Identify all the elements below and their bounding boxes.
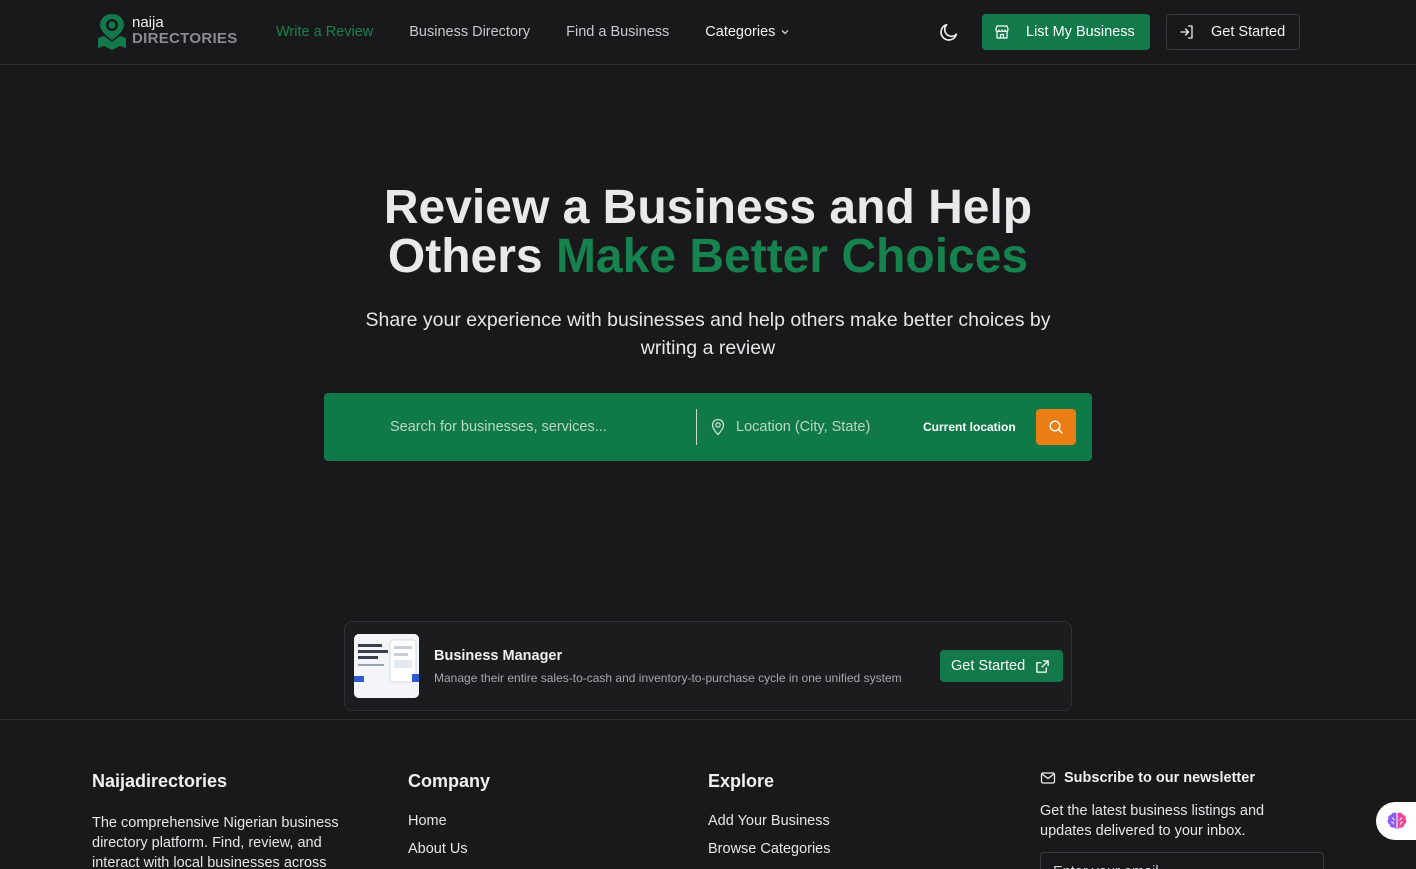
footer-about-text: The comprehensive Nigerian business dire…	[92, 815, 339, 869]
nav-categories-dropdown[interactable]: Categories	[705, 24, 790, 40]
search-divider	[696, 409, 697, 445]
map-pin-icon	[711, 418, 725, 436]
newsletter-heading: Subscribe to our newsletter	[1040, 770, 1255, 786]
footer-company-heading: Company	[408, 771, 491, 791]
moon-icon[interactable]	[938, 21, 960, 43]
get-started-button[interactable]: Get Started	[1166, 14, 1300, 50]
hero-subtitle: Share your experience with businesses an…	[365, 309, 1051, 359]
promo-title: Business Manager	[434, 648, 563, 664]
newsletter-heading-label: Subscribe to our newsletter	[1064, 770, 1255, 786]
current-location-button[interactable]: Current location	[923, 420, 1016, 434]
get-started-label: Get Started	[1211, 24, 1286, 40]
mail-icon	[1040, 772, 1056, 784]
footer-link-add-business[interactable]: Add Your Business	[708, 813, 831, 829]
newsletter-text: Get the latest business listings and upd…	[1040, 803, 1265, 839]
site-header: naija DIRECTORIES Write a Review Busines…	[0, 0, 1416, 65]
footer-link-home[interactable]: Home	[408, 813, 490, 829]
business-search-input[interactable]	[380, 409, 696, 445]
promo-get-started-label: Get Started	[951, 658, 1026, 674]
hero-title-line2: Others Make Better Choices	[0, 232, 1416, 281]
external-link-icon	[1036, 659, 1049, 673]
brand-name-top: naija	[132, 14, 164, 31]
search-icon	[1049, 420, 1063, 434]
logo-icon	[98, 14, 126, 50]
search-bar: Current location	[324, 393, 1092, 461]
search-button[interactable]	[1036, 409, 1076, 445]
login-icon	[1180, 25, 1193, 39]
footer-about: Naijadirectories The comprehensive Niger…	[92, 771, 362, 869]
nav-find-business[interactable]: Find a Business	[566, 24, 669, 40]
brain-icon	[1387, 812, 1407, 829]
nav-write-review[interactable]: Write a Review	[276, 24, 373, 40]
hero-title: Review a Business and Help Others Make B…	[0, 183, 1416, 281]
main-nav: Write a Review Business Directory Find a…	[276, 24, 790, 40]
business-manager-promo: Business Manager Manage their entire sal…	[344, 621, 1072, 711]
brand-logo[interactable]: naija DIRECTORIES	[96, 12, 238, 50]
promo-get-started-button[interactable]: Get Started	[940, 650, 1063, 682]
promo-description: Manage their entire sales-to-cash and in…	[434, 671, 902, 685]
nav-business-directory[interactable]: Business Directory	[409, 24, 530, 40]
list-my-business-label: List My Business	[1026, 24, 1135, 40]
footer-explore-heading: Explore	[708, 771, 775, 791]
hero-title-line1: Review a Business and Help	[383, 181, 1033, 234]
hero-title-accent: Make Better Choices	[555, 230, 1029, 283]
footer-about-heading: Naijadirectories	[92, 771, 228, 791]
promo-thumbnail	[354, 634, 419, 698]
footer-explore: Explore Add Your Business Browse Categor…	[708, 771, 831, 857]
store-icon	[995, 25, 1009, 39]
chevron-down-icon	[781, 30, 789, 35]
brand-name-bottom: DIRECTORIES	[132, 30, 238, 47]
nav-categories-label: Categories	[705, 24, 776, 40]
footer-link-browse-categories[interactable]: Browse Categories	[708, 841, 831, 857]
footer-link-about[interactable]: About Us	[408, 841, 490, 857]
footer-divider	[0, 719, 1416, 720]
assistant-widget[interactable]	[1376, 802, 1416, 840]
footer-company: Company Home About Us	[408, 771, 490, 857]
hero-title-part2: Others	[387, 230, 556, 283]
list-my-business-button[interactable]: List My Business	[982, 14, 1150, 50]
newsletter-email-input[interactable]	[1040, 852, 1324, 869]
location-input[interactable]	[728, 409, 878, 445]
